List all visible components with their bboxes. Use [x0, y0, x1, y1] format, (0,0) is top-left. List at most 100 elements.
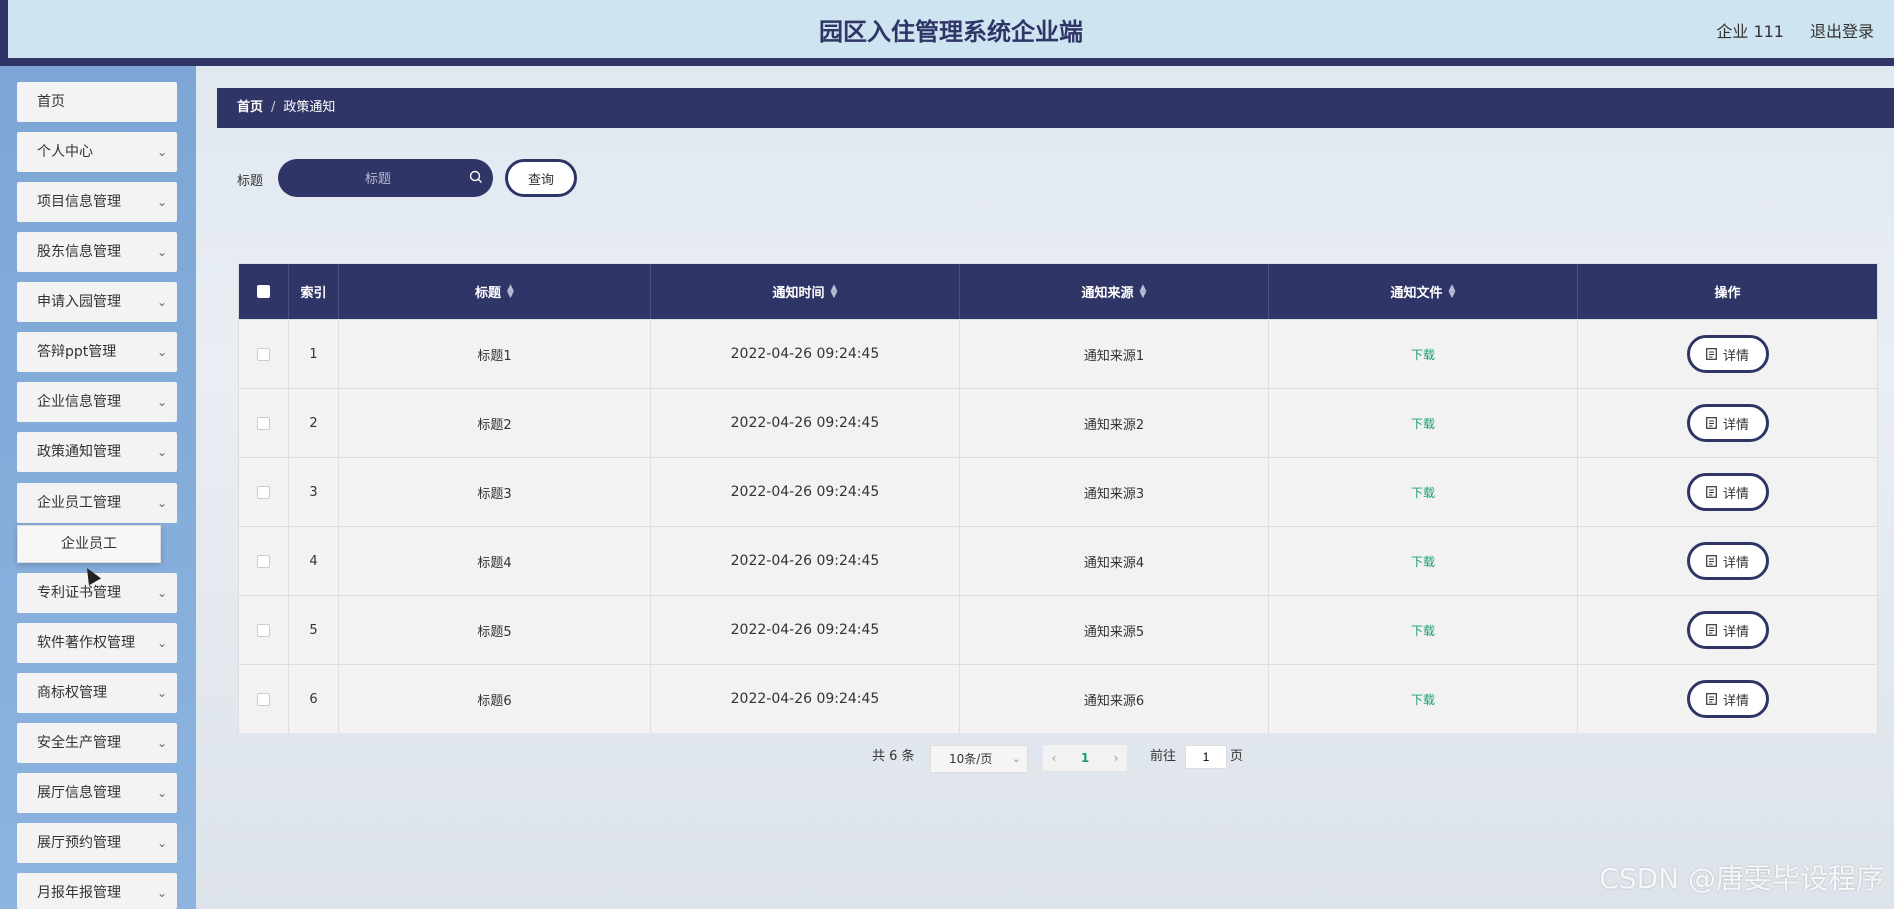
- row-checkbox[interactable]: [257, 416, 270, 430]
- table-row: 6 标题6 2022-04-26 09:24:45 通知来源6 下载 详情: [239, 664, 1877, 733]
- download-link[interactable]: 下载: [1411, 553, 1435, 570]
- cell-time: 2022-04-26 09:24:45: [651, 596, 960, 664]
- column-time[interactable]: 通知时间 ▲ ▼: [651, 264, 960, 319]
- sidebar-item[interactable]: 展厅预约管理 ⌄: [17, 823, 177, 863]
- file-cell: 下载: [1269, 458, 1578, 526]
- page-number-current[interactable]: 1: [1065, 745, 1105, 771]
- sidebar-item[interactable]: 月报年报管理 ⌄: [17, 873, 177, 909]
- search-box: [278, 159, 493, 197]
- chevron-down-icon: ⌄: [156, 586, 167, 600]
- download-link[interactable]: 下载: [1411, 415, 1435, 432]
- detail-button-label: 详情: [1722, 555, 1749, 571]
- download-link[interactable]: 下载: [1411, 346, 1435, 363]
- sidebar-item[interactable]: 答辩ppt管理 ⌄: [17, 332, 177, 372]
- sidebar-item-label: 专利证书管理: [37, 585, 121, 601]
- sidebar-item[interactable]: 安全生产管理 ⌄: [17, 723, 177, 763]
- sidebar-item-label: 首页: [37, 94, 65, 110]
- sidebar-item[interactable]: 个人中心 ⌄: [17, 132, 177, 172]
- row-checkbox[interactable]: [257, 692, 270, 706]
- chevron-down-icon: ⌄: [1011, 752, 1021, 765]
- chevron-down-icon: ⌄: [156, 496, 167, 510]
- query-button[interactable]: 查询: [505, 159, 577, 197]
- sidebar-item[interactable]: 商标权管理 ⌄: [17, 673, 177, 713]
- download-link[interactable]: 下载: [1411, 691, 1435, 708]
- sidebar-item-label: 展厅信息管理: [37, 785, 121, 801]
- column-file[interactable]: 通知文件 ▲ ▼: [1269, 264, 1578, 319]
- breadcrumb-home[interactable]: 首页: [237, 100, 263, 115]
- sidebar-item-label: 企业信息管理: [37, 394, 121, 410]
- table-row: 5 标题5 2022-04-26 09:24:45 通知来源5 下载 详情: [239, 595, 1877, 664]
- cell-source: 通知来源2: [960, 389, 1269, 457]
- sort-icon[interactable]: ▲ ▼: [1140, 283, 1147, 299]
- sidebar-item[interactable]: 展厅信息管理 ⌄: [17, 773, 177, 813]
- cell-source: 通知来源1: [960, 320, 1269, 388]
- sidebar-item-label: 股东信息管理: [37, 244, 121, 260]
- select-all-checkbox[interactable]: [257, 285, 270, 298]
- sidebar-item[interactable]: 软件著作权管理 ⌄: [17, 623, 177, 663]
- page-size-select[interactable]: 10条/页 ⌄: [930, 745, 1028, 773]
- prev-page-button[interactable]: ‹: [1043, 745, 1065, 771]
- chevron-down-icon: ⌄: [156, 686, 167, 700]
- row-select-cell: [239, 320, 289, 388]
- detail-button-label: 详情: [1722, 348, 1749, 364]
- detail-button-label: 详情: [1722, 486, 1749, 502]
- action-cell: 详情: [1578, 527, 1877, 595]
- sidebar-item-label: 软件著作权管理: [37, 635, 135, 651]
- cell-title: 标题6: [339, 665, 651, 733]
- document-icon: [1706, 348, 1717, 360]
- table-row: 2 标题2 2022-04-26 09:24:45 通知来源2 下载 详情: [239, 388, 1877, 457]
- row-checkbox[interactable]: [257, 347, 270, 361]
- sidebar-item[interactable]: 申请入园管理 ⌄: [17, 282, 177, 322]
- chevron-down-icon: ⌄: [156, 445, 167, 459]
- sidebar-item[interactable]: 股东信息管理 ⌄: [17, 232, 177, 272]
- column-file-label: 通知文件: [1390, 286, 1443, 301]
- file-cell: 下载: [1269, 389, 1578, 457]
- goto-page-input[interactable]: [1185, 745, 1227, 769]
- sidebar-item[interactable]: 项目信息管理 ⌄: [17, 182, 177, 222]
- row-checkbox[interactable]: [257, 554, 270, 568]
- chevron-down-icon: ⌄: [156, 245, 167, 259]
- detail-button[interactable]: 详情: [1686, 680, 1769, 718]
- download-link[interactable]: 下载: [1411, 622, 1435, 639]
- sidebar-item[interactable]: 企业信息管理 ⌄: [17, 382, 177, 422]
- row-select-cell: [239, 596, 289, 664]
- sort-icon[interactable]: ▲ ▼: [507, 283, 514, 299]
- column-source-label: 通知来源: [1081, 286, 1134, 301]
- cell-title: 标题1: [339, 320, 651, 388]
- download-link[interactable]: 下载: [1411, 484, 1435, 501]
- column-title[interactable]: 标题 ▲ ▼: [339, 264, 651, 319]
- sort-icon[interactable]: ▲ ▼: [831, 283, 838, 299]
- breadcrumb-current: 政策通知: [283, 100, 336, 115]
- pagination-total: 共 6 条: [872, 749, 915, 764]
- breadcrumb-separator: /: [271, 100, 276, 115]
- sidebar-item[interactable]: 政策通知管理 ⌄: [17, 432, 177, 472]
- detail-button[interactable]: 详情: [1686, 335, 1769, 373]
- row-checkbox[interactable]: [257, 485, 270, 499]
- search-input[interactable]: [278, 159, 458, 197]
- document-icon: [1706, 624, 1717, 636]
- detail-button[interactable]: 详情: [1686, 404, 1769, 442]
- detail-button[interactable]: 详情: [1686, 542, 1769, 580]
- column-action: 操作: [1714, 286, 1741, 301]
- cell-source: 通知来源6: [960, 665, 1269, 733]
- cell-title: 标题5: [339, 596, 651, 664]
- sidebar-item[interactable]: 企业员工管理 ⌄: [17, 483, 177, 523]
- column-source[interactable]: 通知来源 ▲ ▼: [960, 264, 1269, 319]
- page-size-value: 10条/页: [949, 752, 993, 766]
- sort-icon[interactable]: ▲ ▼: [1449, 283, 1456, 299]
- search-icon[interactable]: [469, 170, 483, 184]
- logout-link[interactable]: 退出登录: [1810, 18, 1874, 42]
- submenu-item-employee[interactable]: 企业员工: [17, 525, 161, 563]
- table-header: 索引 标题 ▲ ▼ 通知时间 ▲ ▼ 通知来源 ▲ ▼ 通知文件 ▲ ▼ 操作: [239, 264, 1877, 319]
- detail-button-label: 详情: [1722, 624, 1749, 640]
- next-page-button[interactable]: ›: [1105, 745, 1127, 771]
- row-checkbox[interactable]: [257, 623, 270, 637]
- detail-button[interactable]: 详情: [1686, 473, 1769, 511]
- cell-source: 通知来源3: [960, 458, 1269, 526]
- cell-time: 2022-04-26 09:24:45: [651, 389, 960, 457]
- cell-time: 2022-04-26 09:24:45: [651, 458, 960, 526]
- chevron-down-icon: ⌄: [156, 836, 167, 850]
- table-row: 3 标题3 2022-04-26 09:24:45 通知来源3 下载 详情: [239, 457, 1877, 526]
- detail-button[interactable]: 详情: [1686, 611, 1769, 649]
- sidebar-item[interactable]: 首页: [17, 82, 177, 122]
